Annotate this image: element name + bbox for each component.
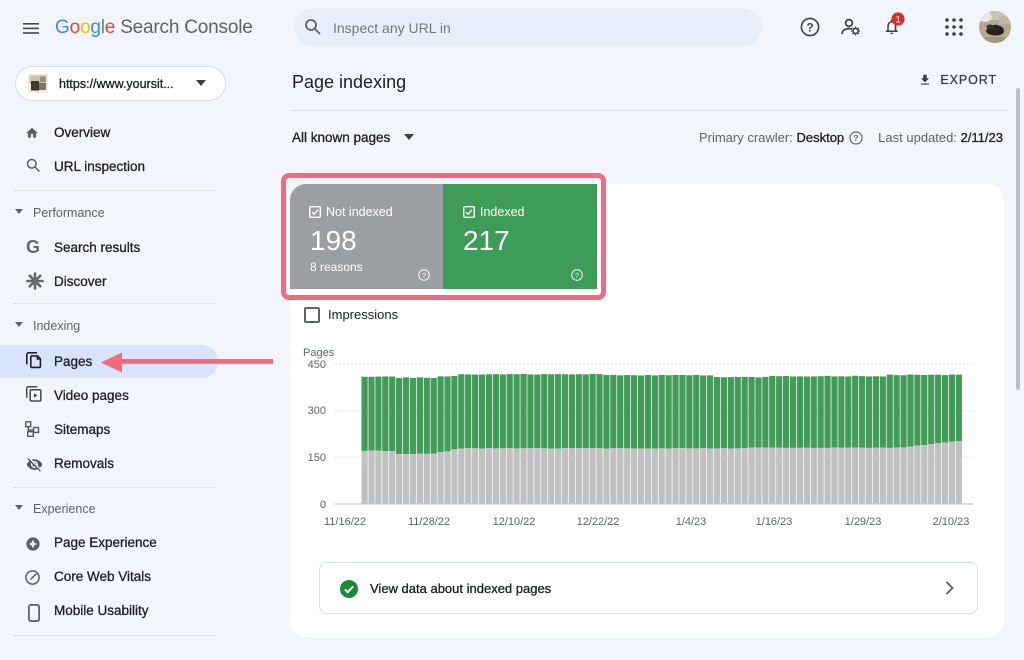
svg-text:?: ?	[854, 133, 859, 143]
svg-text:150: 150	[308, 452, 326, 464]
svg-text:?: ?	[575, 271, 579, 280]
svg-text:1/16/23: 1/16/23	[756, 516, 793, 528]
svg-text:Pages: Pages	[303, 347, 335, 359]
svg-text:11/16/22: 11/16/22	[324, 516, 366, 528]
svg-text:1/4/23: 1/4/23	[676, 516, 707, 528]
svg-text:0: 0	[320, 499, 326, 511]
svg-text:1: 1	[895, 14, 900, 25]
svg-text:12/22/22: 12/22/22	[577, 516, 620, 528]
svg-text:1/29/23: 1/29/23	[845, 516, 882, 528]
svg-text:12/10/22: 12/10/22	[493, 516, 536, 528]
svg-text:?: ?	[806, 22, 813, 34]
svg-text:2/10/23: 2/10/23	[933, 516, 970, 528]
svg-text:11/28/22: 11/28/22	[408, 516, 450, 528]
svg-text:?: ?	[422, 271, 426, 280]
svg-text:450: 450	[308, 359, 326, 371]
svg-text:300: 300	[308, 405, 326, 417]
